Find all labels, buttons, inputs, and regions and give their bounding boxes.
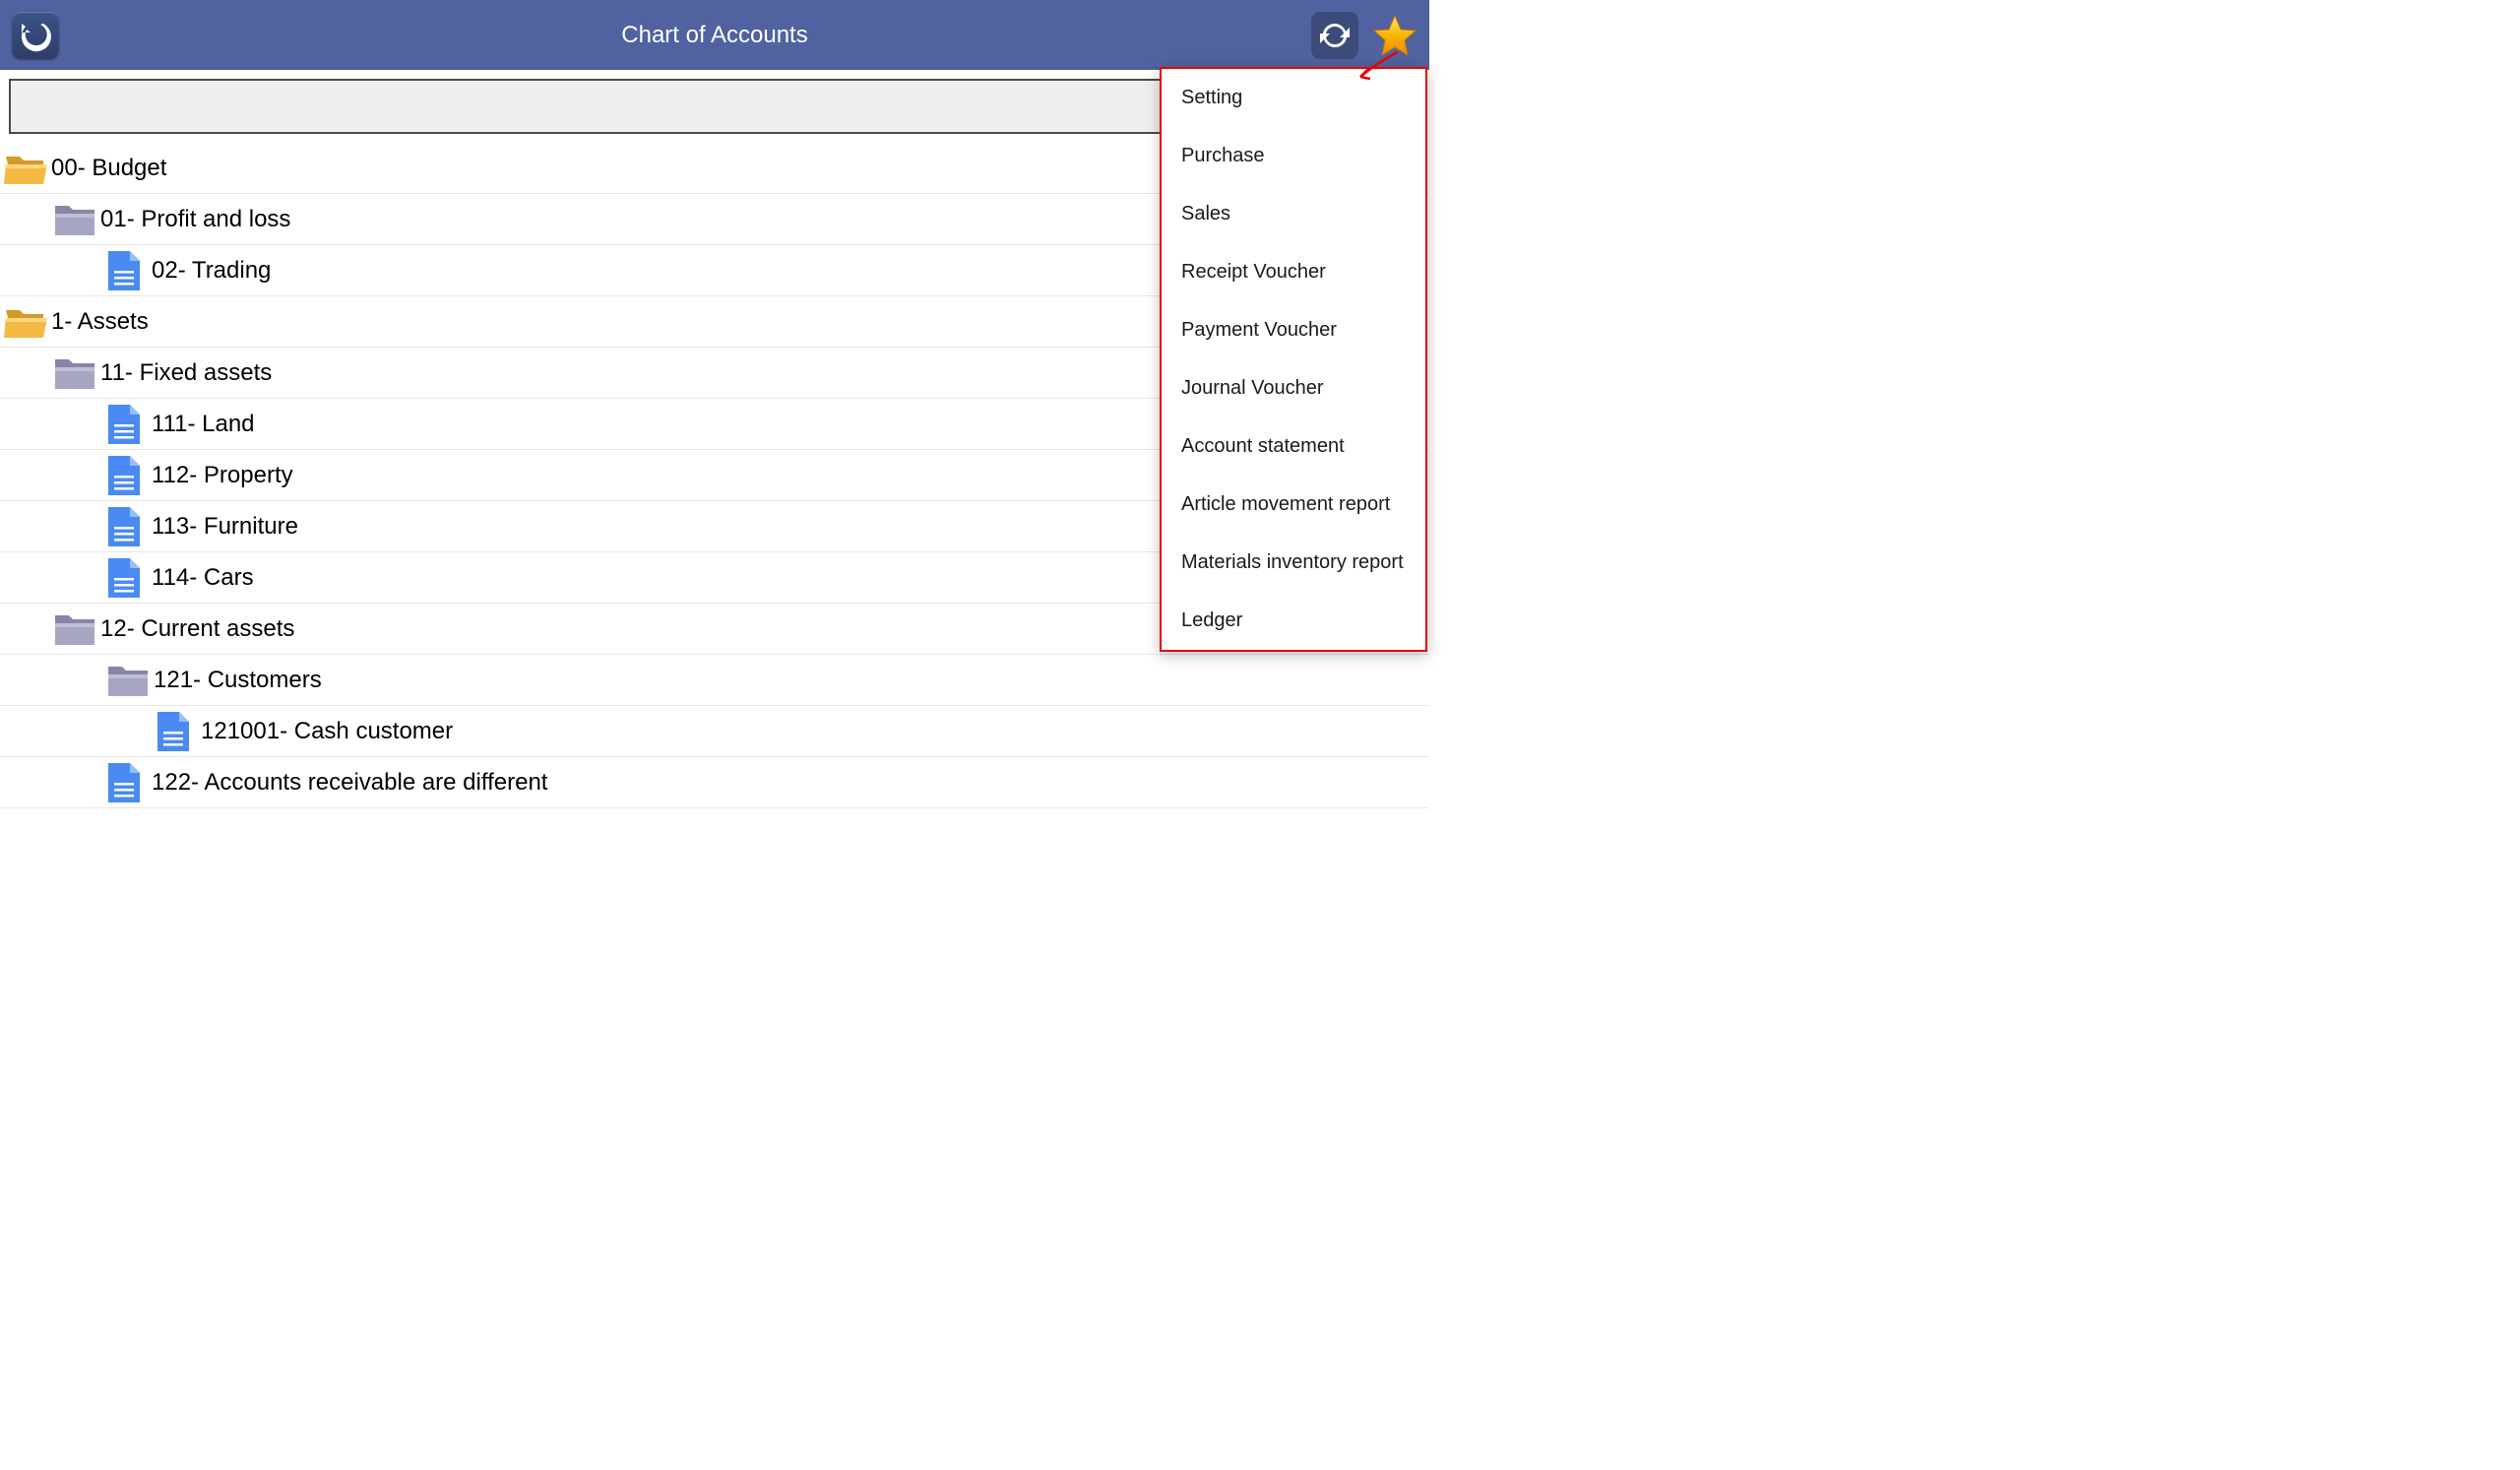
tree-node-label: 122- Accounts receivable are different [152,769,547,797]
folder-closed-icon [53,355,96,391]
menu-item-materials-inventory[interactable]: Materials inventory report [1162,534,1425,592]
menu-item-setting[interactable]: Setting [1162,69,1425,127]
menu-item-payment-voucher[interactable]: Payment Voucher [1162,301,1425,359]
page-title: Chart of Accounts [621,22,807,49]
tree-node-label: 11- Fixed assets [100,359,272,387]
document-icon [106,556,142,600]
menu-item-receipt-voucher[interactable]: Receipt Voucher [1162,243,1425,301]
document-icon [106,761,142,804]
document-icon [106,505,142,548]
document-icon [106,454,142,497]
header: Chart of Accounts [0,0,1429,70]
tree-node-label: 121- Customers [154,667,322,694]
tree-node-label: 02- Trading [152,257,271,285]
refresh-button[interactable] [1311,12,1358,59]
tree-row-folder[interactable]: 121- Customers [0,655,1429,706]
tree-row-doc[interactable]: 121001- Cash customer [0,706,1429,757]
tree-node-label: 1- Assets [51,308,149,336]
tree-node-label: 111- Land [152,411,255,438]
folder-closed-icon [106,663,150,698]
folder-closed-icon [53,611,96,647]
tree-node-label: 121001- Cash customer [201,718,453,745]
menu-item-sales[interactable]: Sales [1162,185,1425,243]
tree-node-label: 113- Furniture [152,513,298,541]
tree-row-doc[interactable]: 122- Accounts receivable are different [0,757,1429,808]
menu-item-purchase[interactable]: Purchase [1162,127,1425,185]
menu-item-ledger[interactable]: Ledger [1162,592,1425,650]
tree-node-label: 01- Profit and loss [100,206,290,233]
refresh-icon [1319,20,1351,51]
menu-item-article-movement[interactable]: Article movement report [1162,476,1425,534]
folder-open-icon [4,151,47,186]
document-icon [106,249,142,292]
tree-node-label: 00- Budget [51,155,166,182]
folder-open-icon [4,304,47,340]
tree-node-label: 12- Current assets [100,615,294,643]
tree-node-label: 114- Cars [152,564,254,592]
document-icon [106,403,142,446]
back-arrow-icon [19,19,52,52]
document-icon [156,710,191,753]
tree-node-label: 112- Property [152,462,293,489]
folder-closed-icon [53,202,96,237]
menu-item-journal-voucher[interactable]: Journal Voucher [1162,359,1425,417]
header-actions [1311,12,1418,59]
favorites-dropdown-menu: Setting Purchase Sales Receipt Voucher P… [1160,67,1427,652]
menu-item-account-statement[interactable]: Account statement [1162,417,1425,476]
favorites-star-icon[interactable] [1372,13,1418,58]
back-button[interactable] [12,12,59,59]
